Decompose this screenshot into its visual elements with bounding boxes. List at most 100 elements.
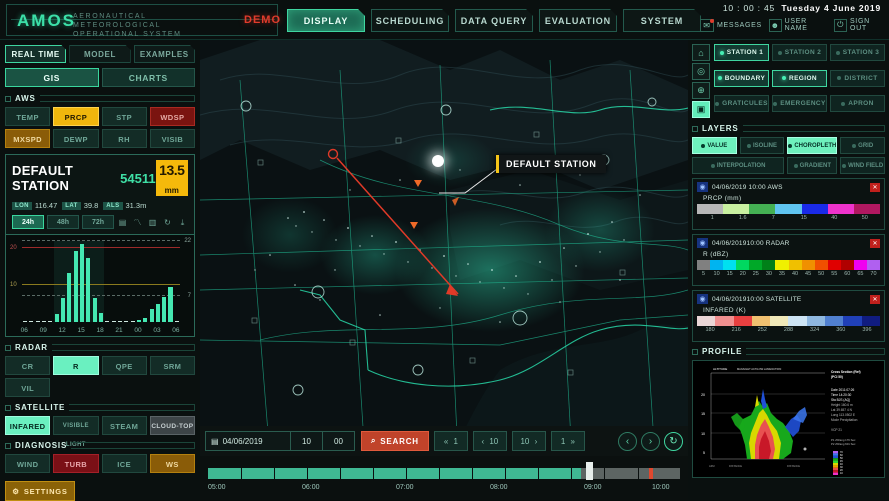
- nav-tab-evaluation[interactable]: EVALUATION: [539, 9, 617, 32]
- layer-value[interactable]: VALUE: [692, 137, 737, 154]
- close-icon[interactable]: ✕: [870, 295, 880, 304]
- step-back-button[interactable]: ‹: [618, 432, 637, 451]
- bar-chart-icon[interactable]: ▥: [147, 217, 158, 228]
- aws-button-mxspd[interactable]: MXSPD: [5, 129, 50, 148]
- tab-examples[interactable]: EXAMPLES: [134, 45, 195, 63]
- refresh-icon[interactable]: ↻: [162, 217, 173, 228]
- range-button-24h[interactable]: 24h: [12, 215, 44, 229]
- hour-field[interactable]: 10: [291, 431, 323, 451]
- toggle-station-3[interactable]: STATION 3: [830, 44, 885, 61]
- timeline-label: 08:00: [490, 484, 508, 491]
- signout-button[interactable]: ⏻ SIGN OUT: [834, 18, 885, 32]
- satellite-button-visible-light[interactable]: VISIBLE LIGHT: [53, 416, 98, 435]
- nav-tab-display[interactable]: DISPLAY: [287, 9, 365, 32]
- svg-text:P2 Z/Rang 601 Sec: P2 Z/Rang 601 Sec: [831, 442, 856, 446]
- diagnosis-button-wind[interactable]: WIND: [5, 454, 50, 473]
- tab-real-time[interactable]: REAL TIME: [5, 45, 66, 63]
- station-icon[interactable]: ⌂: [692, 44, 710, 61]
- step-forward-button[interactable]: ›: [641, 432, 660, 451]
- map-tooltip[interactable]: DEFAULT STATION: [496, 155, 606, 173]
- legend-color-swatch: [825, 316, 843, 326]
- timeline-alert-marker: [649, 468, 653, 479]
- minute-field[interactable]: 00: [323, 431, 355, 451]
- download-icon[interactable]: ⤓: [177, 217, 188, 228]
- nav-tab-scheduling[interactable]: SCHEDULING: [371, 9, 449, 32]
- page-next-button[interactable]: 10 ›: [512, 431, 546, 451]
- tab-model[interactable]: MODEL: [69, 45, 130, 63]
- toggle-apron[interactable]: APRON: [830, 95, 885, 112]
- layer-grid[interactable]: GRID: [840, 137, 885, 154]
- aws-button-temp[interactable]: TEMP: [5, 107, 50, 126]
- aws-button-prcp[interactable]: PRCP: [53, 107, 98, 126]
- map-view[interactable]: DEFAULT STATION ▤ 04/06/2019 10 00 ⌕ SEA…: [200, 40, 688, 500]
- diagnosis-button-turb[interactable]: TURB: [53, 454, 98, 473]
- diagnosis-title: DIAGNOSIS: [15, 441, 67, 450]
- line-chart-icon[interactable]: 〽: [132, 217, 143, 228]
- toggle-emergency[interactable]: EMERGENCY: [772, 95, 827, 112]
- layer-interpolation[interactable]: INTERPOLATION: [692, 157, 784, 174]
- timeline-track[interactable]: [208, 468, 680, 479]
- layer-isoline[interactable]: ISOLINE: [740, 137, 785, 154]
- settings-button[interactable]: ⚙ SETTINGS: [5, 481, 75, 501]
- eye-icon[interactable]: ◉: [697, 294, 708, 304]
- diagnosis-button-ice[interactable]: ICE: [102, 454, 147, 473]
- range-button-72h[interactable]: 72h: [82, 215, 114, 229]
- toggle-station-2[interactable]: STATION 2: [772, 44, 827, 61]
- satellite-button-cloud-top[interactable]: CLOUD-TOP: [150, 416, 195, 435]
- clipboard-icon[interactable]: ▣: [692, 101, 710, 118]
- svg-text:Date 2011:07:26: Date 2011:07:26: [831, 388, 855, 392]
- aws-button-rh[interactable]: RH: [102, 129, 147, 148]
- document-icon[interactable]: ▤: [117, 217, 128, 228]
- radar-button-srm[interactable]: SRM: [150, 356, 195, 375]
- aws-button-dewp[interactable]: DEWP: [53, 129, 98, 148]
- radar-button-cr[interactable]: CR: [5, 356, 50, 375]
- diagnosis-button-ws[interactable]: WS: [150, 454, 195, 473]
- date-field[interactable]: ▤ 04/06/2019: [205, 431, 291, 451]
- search-button[interactable]: ⌕ SEARCH: [361, 431, 429, 451]
- eye-icon[interactable]: ◉: [697, 182, 708, 192]
- radar-button-r[interactable]: R: [53, 356, 98, 375]
- replay-button[interactable]: ↻: [664, 432, 683, 451]
- legend-color-swatch: [752, 316, 770, 326]
- coordinate-lon: LON 116.47: [12, 201, 57, 210]
- close-icon[interactable]: ✕: [870, 239, 880, 248]
- toggle-graticules[interactable]: GRATICULES: [714, 95, 769, 112]
- toggle-district[interactable]: DISTRICT: [830, 70, 885, 87]
- radar-icon[interactable]: ◎: [692, 63, 710, 80]
- nav-tab-system[interactable]: SYSTEM: [623, 9, 701, 32]
- aws-button-wdsp[interactable]: WDSP: [150, 107, 195, 126]
- nav-tab-data-query[interactable]: DATA QUERY: [455, 9, 533, 32]
- toggle-boundary[interactable]: BOUNDARY: [714, 70, 769, 87]
- timeline-handle[interactable]: [586, 462, 593, 480]
- demo-badge: DEMO: [244, 14, 281, 26]
- page-last-button[interactable]: 1 »: [551, 431, 585, 451]
- tab-charts[interactable]: CHARTS: [102, 68, 196, 87]
- time-slider[interactable]: 05:00 06:00 07:00 08:00 09:00 10:00: [200, 456, 688, 500]
- layer-wind-field[interactable]: WIND FIELD: [840, 157, 885, 174]
- radar-title: RADAR: [15, 343, 48, 352]
- chart-threshold-label: 10: [10, 282, 17, 288]
- page-prev-button[interactable]: ‹ 10: [473, 431, 507, 451]
- aws-button-stp[interactable]: STP: [102, 107, 147, 126]
- layer-gradient[interactable]: GRADIENT: [787, 157, 837, 174]
- satellite-button-steam[interactable]: STEAM: [102, 416, 147, 435]
- default-station-marker[interactable]: [432, 155, 444, 167]
- page-first-button[interactable]: « 1: [434, 431, 468, 451]
- legend-tick-label: 35: [779, 271, 785, 277]
- chart-x-tick: 06: [21, 327, 28, 334]
- tab-gis[interactable]: GIS: [5, 68, 99, 87]
- close-icon[interactable]: ✕: [870, 183, 880, 192]
- messages-button[interactable]: ✉ MESSAGES: [700, 19, 762, 32]
- aws-button-visib[interactable]: VISIB: [150, 129, 195, 148]
- toggle-station-1[interactable]: STATION 1: [714, 44, 769, 61]
- user-button[interactable]: ☻ USER NAME: [769, 18, 827, 32]
- layer-choropleth[interactable]: CHOROPLETH: [787, 137, 837, 154]
- satellite-button-infared[interactable]: INFARED: [5, 416, 50, 435]
- range-button-48h[interactable]: 48h: [47, 215, 79, 229]
- zoom-icon[interactable]: ⊕: [692, 82, 710, 99]
- profile-cross-section[interactable]: 20 15 10 5 ALTITUDE MAX/HGHT ACT/LOW LAN…: [692, 360, 885, 478]
- radar-button-vil[interactable]: VIL: [5, 378, 50, 397]
- eye-icon[interactable]: ◉: [697, 238, 708, 248]
- toggle-region[interactable]: REGION: [772, 70, 827, 87]
- radar-button-qpe[interactable]: QPE: [102, 356, 147, 375]
